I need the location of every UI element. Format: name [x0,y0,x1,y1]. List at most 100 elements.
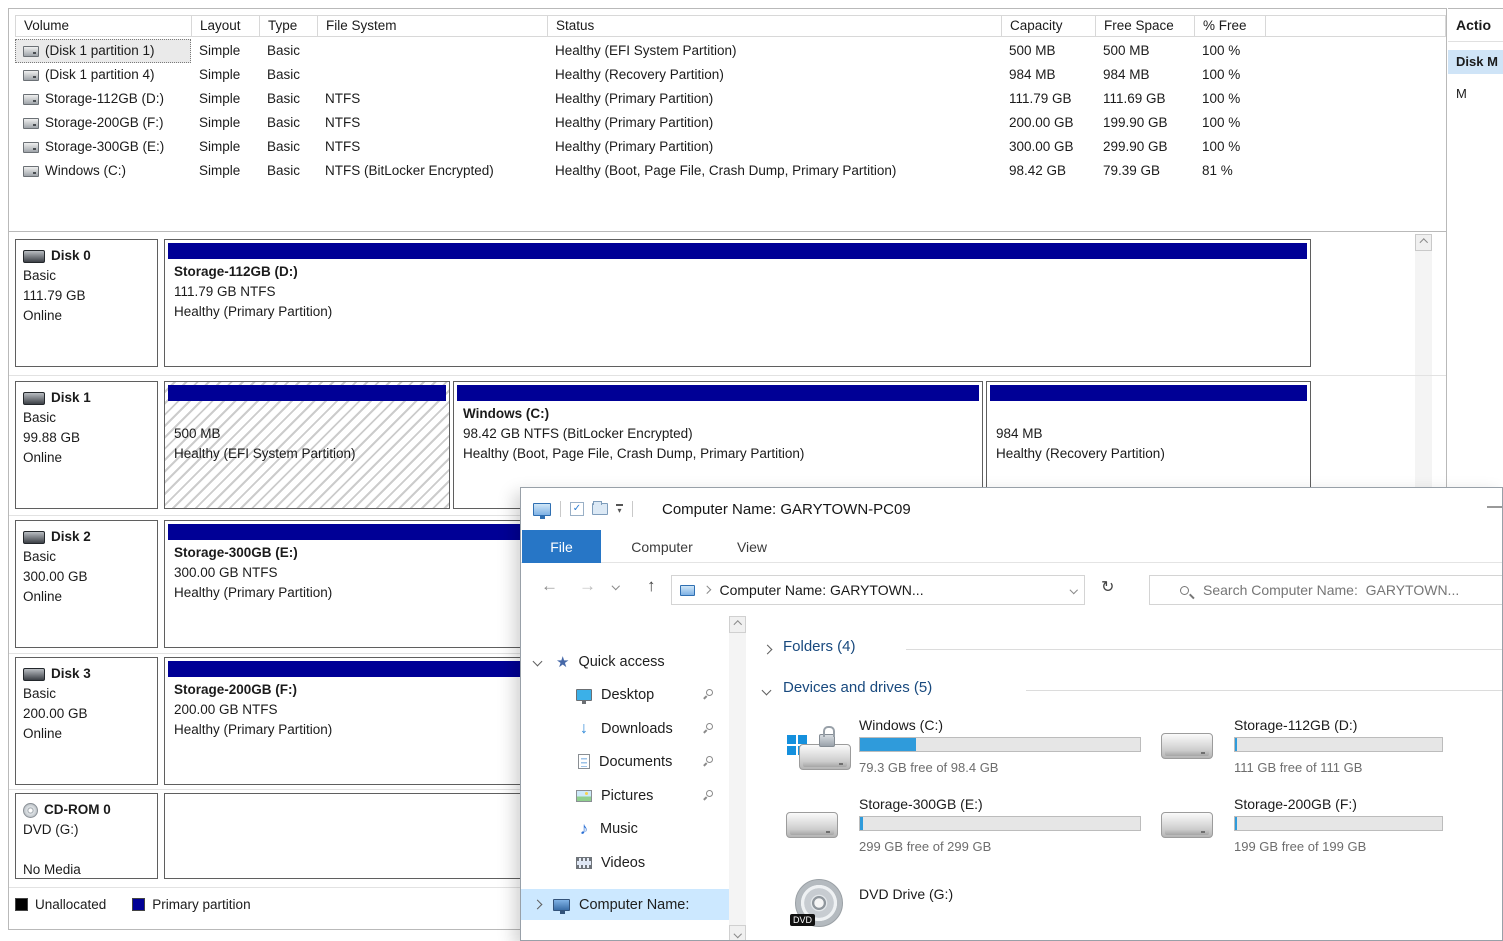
primary-partition-band [457,385,979,401]
address-dropdown-icon[interactable] [1069,586,1077,594]
drive-tile-windows-c[interactable]: Windows (C:) 79.3 GB free of 98.4 GB [783,714,1073,780]
sidebar-item-videos[interactable]: Videos [521,846,729,879]
primary-partition-band [990,385,1307,401]
dvd-disc-icon: DVD [795,879,843,927]
group-rule [1026,690,1502,691]
sidebar-item-downloads[interactable]: ↓ Downloads [521,712,729,745]
scroll-up-button[interactable] [729,616,746,633]
disk-icon [23,250,45,263]
quick-access-new-folder-icon[interactable] [592,503,608,515]
forward-button[interactable]: → [579,577,596,594]
folders-group-chevron-icon[interactable] [763,645,773,655]
cd-rom-icon [23,803,38,818]
disk-pane-scroll-up-button[interactable] [1415,234,1432,251]
volume-name: Windows (C:) [45,159,126,183]
table-row-disk1-partition4[interactable]: (Disk 1 partition 4) Simple Basic Health… [15,63,1446,87]
address-bar[interactable]: Computer Name: GARYTOWN... [671,575,1085,605]
actions-disk-management-item[interactable]: Disk M [1448,50,1503,74]
chevron-down-icon [734,930,742,938]
cdrom0-label[interactable]: CD-ROM 0 DVD (G:) No Media [15,793,158,879]
devices-group-chevron-icon[interactable] [762,686,772,696]
column-header-status[interactable]: Status [548,16,1002,36]
column-header-volume[interactable]: Volume [16,16,192,36]
drive-tile-storage-200gb[interactable]: Storage-200GB (F:) 199 GB free of 199 GB [1158,793,1448,859]
capacity-bar [1234,816,1443,831]
volume-icon [23,70,39,81]
sidebar-item-music[interactable]: ♪ Music [521,812,729,845]
minimize-button[interactable]: — [1487,498,1502,515]
column-header-type[interactable]: Type [260,16,318,36]
column-header-pct-free[interactable]: % Free [1195,16,1266,36]
tab-file[interactable]: File [522,530,601,563]
disk2-label[interactable]: Disk 2 Basic 300.00 GB Online [15,520,158,648]
sidebar-item-pictures[interactable]: Pictures [521,779,729,812]
pin-icon[interactable] [705,688,715,698]
breadcrumb[interactable]: Computer Name: GARYTOWN... [720,582,1071,598]
column-header-layout[interactable]: Layout [192,16,260,36]
sidebar-item-quick-access[interactable]: ★ Quick access [521,645,729,678]
drive-tile-storage-300gb[interactable]: Storage-300GB (E:) 299 GB free of 299 GB [783,793,1073,859]
drive-tile-storage-112gb[interactable]: Storage-112GB (D:) 111 GB free of 111 GB [1158,714,1448,780]
sidebar-item-desktop[interactable]: Desktop [521,678,729,711]
devices-group-header[interactable]: Devices and drives (5) [783,679,932,696]
bitlocker-lock-icon [819,734,835,747]
actions-pane-title: Actio [1448,9,1503,42]
disk0-label[interactable]: Disk 0 Basic 111.79 GB Online [15,239,158,367]
search-input[interactable] [1203,582,1503,598]
address-toolbar: ← → ↑ Computer Name: GARYTOWN... ↻ [521,564,1502,615]
volume-name: Storage-200GB (F:) [45,111,164,135]
legend: Unallocated Primary partition [15,897,251,912]
quick-access-properties-icon[interactable]: ✓ [570,502,584,516]
back-button[interactable]: ← [541,577,558,594]
partition-storage-112gb-d[interactable]: Storage-112GB (D:) 111.79 GB NTFS Health… [164,239,1311,367]
table-row-disk1-partition1[interactable]: (Disk 1 partition 1) Simple Basic Health… [15,39,1446,63]
column-header-file-system[interactable]: File System [318,16,548,36]
windows-drive-icon [783,724,853,776]
sidebar-item-this-pc[interactable]: Computer Name: [521,889,729,920]
pin-icon[interactable] [705,755,715,765]
tab-view[interactable]: View [721,530,783,563]
disk1-label[interactable]: Disk 1 Basic 99.88 GB Online [15,381,158,509]
table-row-storage-300gb[interactable]: Storage-300GB (E:) Simple Basic NTFS Hea… [15,135,1446,159]
music-icon: ♪ [577,819,591,839]
partition-efi-system-selected[interactable]: 500 MB Healthy (EFI System Partition) [164,381,450,509]
breadcrumb-chevron-icon[interactable] [703,586,711,594]
search-box[interactable] [1149,575,1503,605]
table-row-storage-200gb[interactable]: Storage-200GB (F:) Simple Basic NTFS Hea… [15,111,1446,135]
titlebar-separator [560,501,561,517]
pin-icon[interactable] [705,789,715,799]
chevron-down-icon[interactable] [533,657,543,667]
disk3-label[interactable]: Disk 3 Basic 200.00 GB Online [15,657,158,785]
chevron-right-icon[interactable] [533,900,543,910]
dvd-badge: DVD [790,914,815,926]
scroll-down-button[interactable] [729,925,746,941]
tab-computer[interactable]: Computer [617,530,707,563]
volume-table-header: Volume Layout Type File System Status Ca… [15,15,1446,37]
table-row-windows-c[interactable]: Windows (C:) Simple Basic NTFS (BitLocke… [15,159,1446,183]
refresh-button[interactable]: ↻ [1101,580,1114,596]
recent-locations-dropdown-icon[interactable] [612,582,620,590]
pin-icon[interactable] [705,722,715,732]
up-button[interactable]: ↑ [647,577,656,594]
table-row-storage-112gb[interactable]: Storage-112GB (D:) Simple Basic NTFS Hea… [15,87,1446,111]
folders-group-header[interactable]: Folders (4) [783,638,856,655]
pictures-icon [576,790,592,802]
disk-icon [23,668,45,681]
legend-primary-partition: Primary partition [132,897,250,912]
sidebar-item-documents[interactable]: Documents [521,745,729,778]
file-explorer-window: ✓ ▾ Computer Name: GARYTOWN-PC09 — File … [520,487,1503,941]
downloads-icon: ↓ [576,720,592,738]
window-title: Computer Name: GARYTOWN-PC09 [662,501,911,518]
explorer-titlebar[interactable]: ✓ ▾ Computer Name: GARYTOWN-PC09 — [521,488,1502,530]
sidebar-scrollbar[interactable] [729,616,746,941]
group-rule [906,649,1502,650]
column-header-capacity[interactable]: Capacity [1002,16,1096,36]
drive-tile-dvd-g[interactable]: DVD DVD Drive (G:) [783,876,1073,941]
chevron-up-icon [1420,239,1428,247]
column-header-free-space[interactable]: Free Space [1096,16,1195,36]
capacity-bar [1234,737,1443,752]
legend-unallocated: Unallocated [15,897,106,912]
window-icon [533,503,551,516]
actions-more-item[interactable]: M [1448,82,1503,106]
quick-access-toolbar-dropdown[interactable]: ▾ [616,504,623,514]
